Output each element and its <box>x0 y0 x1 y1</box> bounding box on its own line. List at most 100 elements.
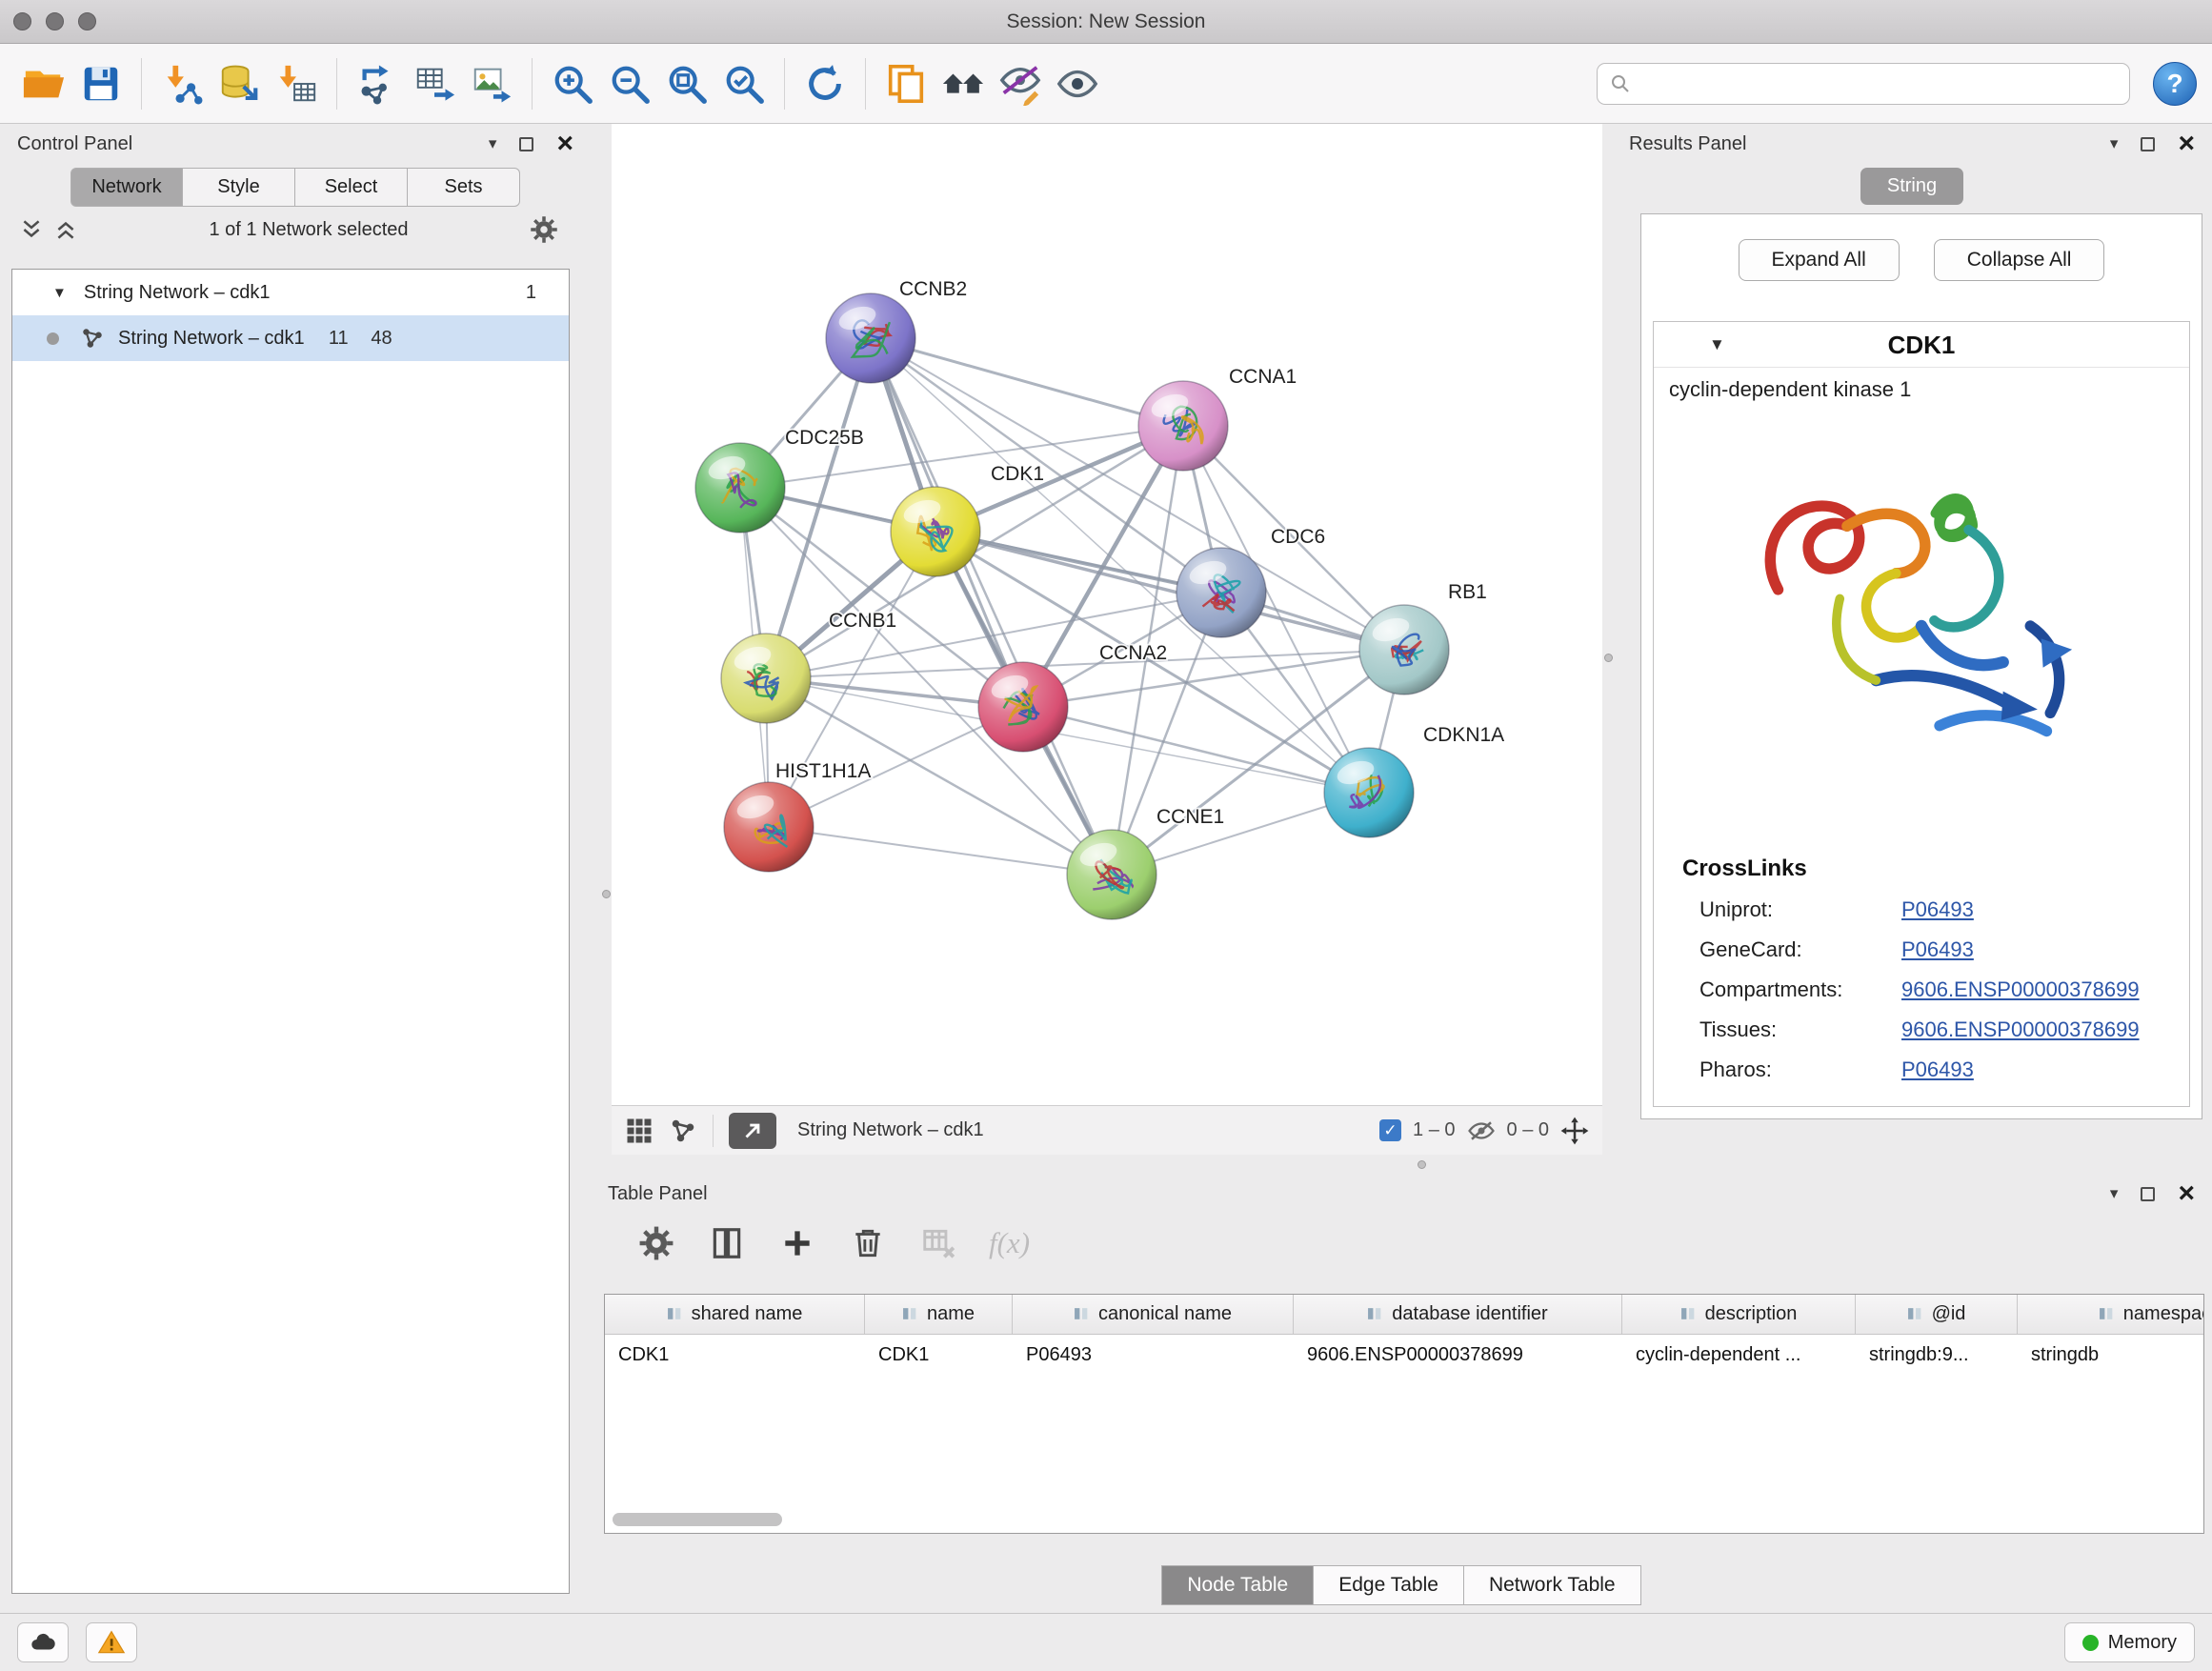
network-node-cdc25b[interactable] <box>695 443 785 533</box>
cell-namespace[interactable]: stringdb <box>2018 1344 2204 1366</box>
create-column-plus-icon[interactable] <box>777 1223 817 1263</box>
tab-network-table[interactable]: Network Table <box>1464 1565 1641 1605</box>
expand-all-button[interactable]: Expand All <box>1739 239 1900 281</box>
close-window-icon[interactable] <box>13 12 31 30</box>
show-columns-icon[interactable] <box>707 1223 747 1263</box>
column-header[interactable]: canonical name <box>1013 1295 1294 1334</box>
float-panel-icon[interactable]: ▾ <box>2110 134 2119 153</box>
crosslink-link[interactable]: 9606.ENSP00000378699 <box>1901 1017 2140 1042</box>
column-header[interactable]: description <box>1622 1295 1856 1334</box>
horizontal-scrollbar[interactable] <box>613 1513 2196 1528</box>
search-input[interactable] <box>1639 71 2118 95</box>
cell-canonical-name[interactable]: P06493 <box>1013 1344 1294 1366</box>
delete-column-trash-icon[interactable] <box>848 1223 888 1263</box>
column-header[interactable]: shared name <box>605 1295 865 1334</box>
left-splitter-handle[interactable] <box>602 890 611 898</box>
zoom-selected-button[interactable] <box>715 54 773 113</box>
close-panel-icon[interactable]: × <box>556 132 573 155</box>
column-header[interactable]: database identifier <box>1294 1295 1622 1334</box>
maximize-panel-icon[interactable] <box>519 137 533 151</box>
import-network-from-database-button[interactable] <box>211 54 268 113</box>
collapse-all-networks-icon[interactable] <box>19 217 44 242</box>
network-node-cdc6[interactable] <box>1176 548 1266 637</box>
network-node-ccna2[interactable] <box>978 662 1068 752</box>
network-node-hist1h1a[interactable] <box>724 782 814 872</box>
birds-eye-view-icon[interactable] <box>625 1117 654 1145</box>
tab-network[interactable]: Network <box>70 168 183 207</box>
new-network-from-selection-button[interactable] <box>349 54 406 113</box>
float-panel-icon[interactable]: ▾ <box>489 134 497 153</box>
export-image-button[interactable] <box>463 54 520 113</box>
network-node-ccnb1[interactable] <box>721 634 811 723</box>
fit-selected-crosshair-icon[interactable] <box>1560 1117 1589 1145</box>
table-row[interactable]: CDK1 CDK1 P06493 9606.ENSP00000378699 cy… <box>605 1335 2203 1375</box>
cell-at-id[interactable]: stringdb:9... <box>1856 1344 2018 1366</box>
column-header[interactable]: namespace <box>2018 1295 2204 1334</box>
tab-sets[interactable]: Sets <box>408 168 520 207</box>
zoom-window-icon[interactable] <box>78 12 96 30</box>
scrollbar-thumb[interactable] <box>613 1513 782 1526</box>
tree-caret-icon[interactable]: ▼ <box>52 285 67 301</box>
network-collection-row[interactable]: ▼ String Network – cdk1 1 <box>12 270 569 315</box>
zoom-in-button[interactable] <box>544 54 601 113</box>
network-options-gear-icon[interactable] <box>530 215 558 244</box>
network-node-ccna1[interactable] <box>1138 381 1228 471</box>
tab-string[interactable]: String <box>1860 168 1963 205</box>
maximize-panel-icon[interactable] <box>2141 1187 2155 1201</box>
network-view-toolbar: String Network – cdk1 ✓ 1 – 0 0 – 0 <box>612 1105 1602 1155</box>
crosslink-link[interactable]: P06493 <box>1901 1057 1974 1082</box>
collapse-all-button[interactable]: Collapse All <box>1934 239 2105 281</box>
string-home-button[interactable] <box>935 54 992 113</box>
cell-database-identifier[interactable]: 9606.ENSP00000378699 <box>1294 1344 1622 1366</box>
gene-section-header[interactable]: ▼ CDK1 <box>1654 322 2189 368</box>
close-panel-icon[interactable]: × <box>2178 132 2195 155</box>
open-session-button[interactable] <box>15 54 72 113</box>
apply-layout-button[interactable] <box>796 54 854 113</box>
annotation-panel-button[interactable] <box>877 54 935 113</box>
import-network-from-file-button[interactable] <box>153 54 211 113</box>
bottom-splitter-handle[interactable] <box>1418 1160 1426 1169</box>
zoom-fit-button[interactable] <box>658 54 715 113</box>
section-caret-icon[interactable]: ▼ <box>1709 335 1725 354</box>
tab-node-table[interactable]: Node Table <box>1161 1565 1314 1605</box>
network-row[interactable]: String Network – cdk1 11 48 <box>12 315 569 361</box>
import-table-from-file-button[interactable] <box>268 54 325 113</box>
column-header[interactable]: name <box>865 1295 1013 1334</box>
hide-graphics-details-button[interactable] <box>992 54 1049 113</box>
memory-button[interactable]: Memory <box>2064 1622 2195 1662</box>
export-table-button[interactable] <box>406 54 463 113</box>
tab-select[interactable]: Select <box>295 168 408 207</box>
network-node-ccnb2[interactable] <box>826 293 915 383</box>
table-options-gear-icon[interactable] <box>636 1223 676 1263</box>
cell-shared-name[interactable]: CDK1 <box>605 1344 865 1366</box>
cell-description[interactable]: cyclin-dependent ... <box>1622 1344 1856 1366</box>
close-panel-icon[interactable]: × <box>2178 1182 2195 1205</box>
network-canvas[interactable]: CCNB2CCNA1CDC25BCDK1CDC6RB1CCNB1CCNA2CDK… <box>612 124 1602 1105</box>
crosslink-link[interactable]: 9606.ENSP00000378699 <box>1901 977 2140 1002</box>
network-node-cdk1[interactable] <box>891 487 980 576</box>
crosslink-link[interactable]: P06493 <box>1901 897 1974 922</box>
column-header[interactable]: @id <box>1856 1295 2018 1334</box>
open-in-browser-button[interactable] <box>729 1113 776 1149</box>
network-node-cdkn1a[interactable] <box>1324 748 1414 837</box>
crosslink-link[interactable]: P06493 <box>1901 937 1974 962</box>
network-node-rb1[interactable] <box>1359 605 1449 695</box>
tab-edge-table[interactable]: Edge Table <box>1314 1565 1464 1605</box>
help-button[interactable]: ? <box>2153 62 2197 106</box>
minimize-window-icon[interactable] <box>46 12 64 30</box>
cell-name[interactable]: CDK1 <box>865 1344 1013 1366</box>
save-session-button[interactable] <box>72 54 130 113</box>
network-node-ccne1[interactable] <box>1067 830 1156 919</box>
zoom-out-button[interactable] <box>601 54 658 113</box>
network-graph[interactable]: CCNB2CCNA1CDC25BCDK1CDC6RB1CCNB1CCNA2CDK… <box>612 124 1602 1105</box>
maximize-panel-icon[interactable] <box>2141 137 2155 151</box>
float-panel-icon[interactable]: ▾ <box>2110 1184 2119 1203</box>
right-splitter-handle[interactable] <box>1604 654 1613 662</box>
warnings-button[interactable] <box>86 1622 137 1662</box>
selected-checkbox-icon[interactable]: ✓ <box>1379 1119 1401 1141</box>
expand-all-networks-icon[interactable] <box>53 217 78 242</box>
cloud-button[interactable] <box>17 1622 69 1662</box>
tab-style[interactable]: Style <box>183 168 295 207</box>
graphics-details-button[interactable] <box>1049 54 1106 113</box>
network-share-icon[interactable] <box>669 1117 697 1145</box>
